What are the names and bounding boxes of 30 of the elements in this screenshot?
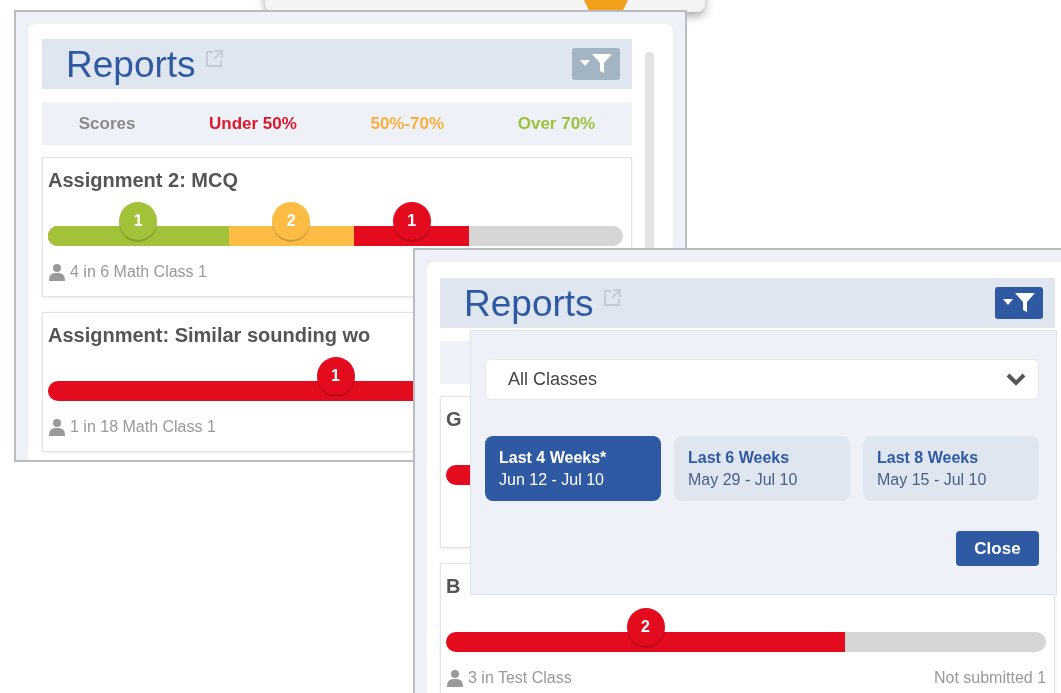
member-count: 3 in Test Class — [468, 668, 572, 688]
panel-title: Reports — [66, 45, 196, 83]
person-icon — [48, 263, 66, 281]
period-option[interactable]: Last 4 Weeks* Jun 12 - Jul 10 — [485, 436, 661, 501]
count-badge: 1 — [316, 357, 355, 395]
class-dropdown[interactable]: All Classes — [485, 359, 1039, 400]
legend-label: Over 70% — [517, 112, 596, 135]
chevron-down-icon — [1006, 372, 1026, 387]
assignment-title: Assignment 2: MCQ — [48, 168, 240, 193]
count-badge: 1 — [119, 202, 158, 240]
filter-button[interactable] — [995, 287, 1044, 319]
external-link-icon[interactable] — [203, 49, 224, 69]
legend-label: Scores — [78, 112, 136, 135]
count-badge: 2 — [626, 608, 665, 646]
member-count: 1 in 18 Math Class 1 — [70, 417, 216, 437]
person-icon — [48, 418, 66, 436]
person-icon — [446, 669, 464, 687]
assignment-title: Assignment: Similar sounding wo — [48, 323, 372, 348]
external-link-icon[interactable] — [601, 288, 622, 308]
close-button[interactable]: Close — [956, 531, 1039, 566]
assignment-title: B — [446, 574, 462, 599]
assignment-title: G — [446, 407, 463, 432]
period-option[interactable]: Last 6 Weeks May 29 - Jul 10 — [674, 436, 850, 501]
count-badge: 2 — [272, 202, 311, 240]
legend-label: Under 50% — [209, 112, 297, 135]
period-option[interactable]: Last 8 Weeks May 15 - Jul 10 — [863, 436, 1039, 501]
member-count: 4 in 6 Math Class 1 — [70, 262, 207, 282]
submission-status: Not submitted 1 — [933, 668, 1047, 688]
count-badge: 1 — [392, 202, 431, 240]
legend-label: 50%-70% — [370, 112, 445, 135]
